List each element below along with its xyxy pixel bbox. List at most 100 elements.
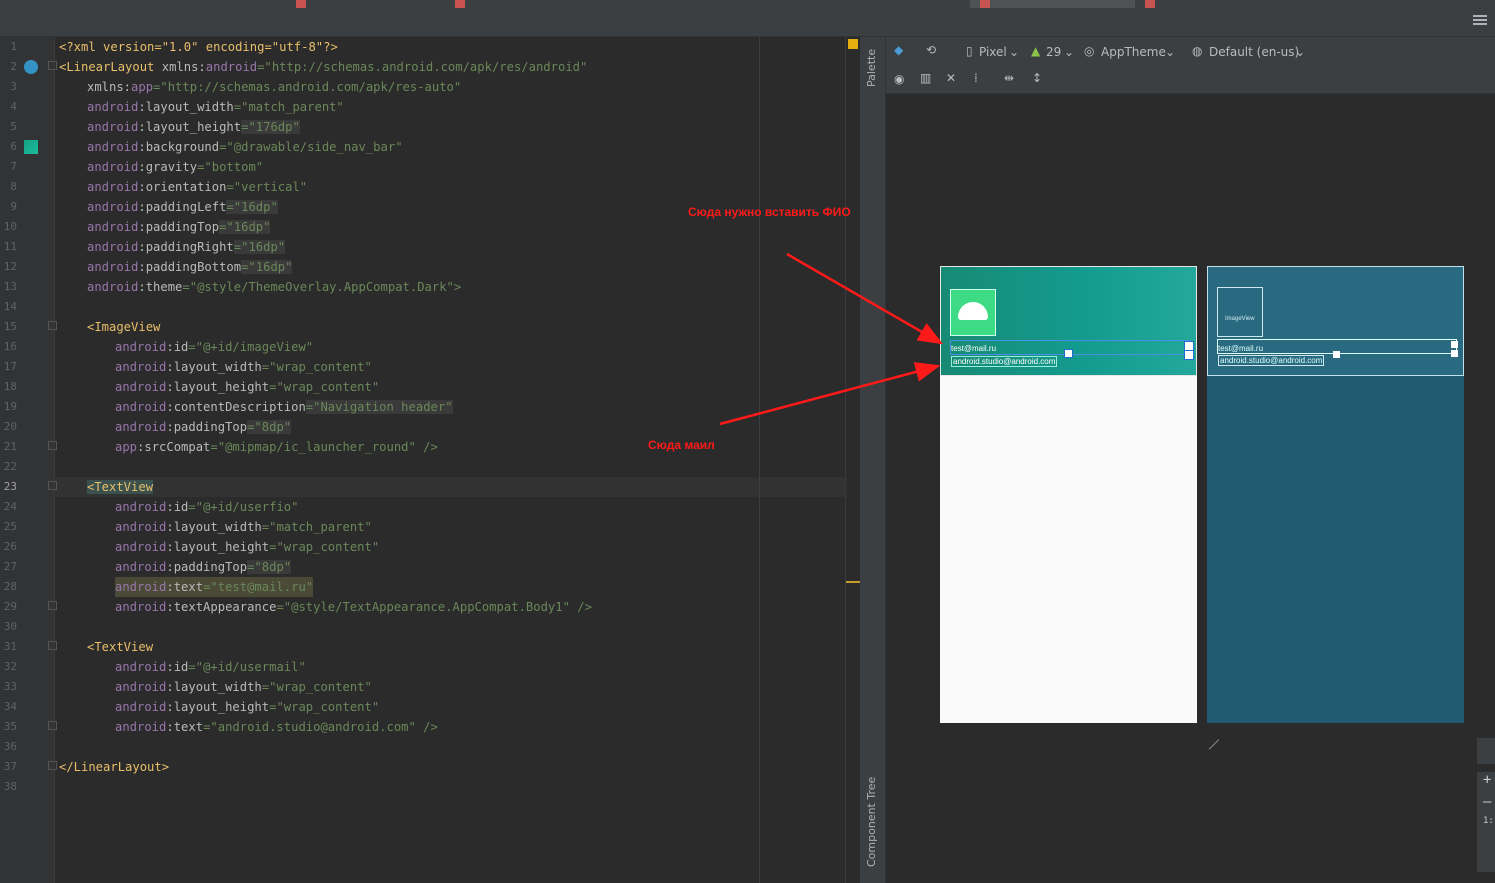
- fold-icon[interactable]: [48, 721, 57, 730]
- blueprint-icon[interactable]: ▥: [920, 71, 931, 85]
- fold-icon[interactable]: [48, 761, 57, 770]
- line-number: 19: [3, 400, 17, 413]
- code-line: android:layout_width="match_parent": [115, 517, 372, 537]
- usermail-outline[interactable]: android.studio@android.com: [1218, 355, 1325, 366]
- line-number: 34: [3, 700, 17, 713]
- blueprint-header[interactable]: ImageView test@mail.ru android.studio@an…: [1207, 266, 1464, 376]
- chevron-down-icon: ⌄: [1165, 45, 1176, 59]
- expand-horizontal-icon[interactable]: ⇹: [1004, 71, 1014, 85]
- nav-header-preview[interactable]: test@mail.ru android.studio@android.com: [940, 266, 1197, 376]
- line-number: 5: [10, 120, 17, 133]
- side-panel-strip: Palette Component Tree: [860, 37, 886, 883]
- tab-file-icon: [296, 0, 306, 8]
- usermail-preview[interactable]: android.studio@android.com: [951, 356, 1058, 367]
- fold-icon[interactable]: [48, 481, 57, 490]
- line-number: 14: [3, 300, 17, 313]
- code-token: ="wrap_content": [269, 380, 380, 394]
- code-token: android: [115, 420, 167, 434]
- orientation-icon[interactable]: ⟲: [926, 43, 936, 57]
- code-token: android: [115, 580, 167, 594]
- resize-handle[interactable]: [1184, 350, 1194, 360]
- menu-icon[interactable]: [1473, 15, 1487, 27]
- code-token: :layout_height: [166, 540, 270, 554]
- zoom-actual-size[interactable]: 1:1: [1483, 816, 1495, 826]
- code-token: ="wrap_content": [261, 680, 372, 694]
- resize-handle[interactable]: [1064, 349, 1073, 358]
- palette-tab[interactable]: Palette: [865, 49, 878, 87]
- code-line: android:contentDescription="Navigation h…: [115, 397, 453, 417]
- resize-handle[interactable]: [1451, 341, 1458, 348]
- code-line: android:text="test@mail.ru": [115, 577, 314, 597]
- code-token: android: [87, 280, 139, 294]
- theme-selector[interactable]: AppTheme: [1101, 45, 1166, 59]
- code-token: app: [131, 80, 154, 94]
- design-surface-icon[interactable]: ◆: [894, 43, 903, 57]
- line-number: 6: [10, 140, 17, 153]
- line-number: 17: [3, 360, 17, 373]
- device-icon: ▯: [966, 44, 973, 58]
- magnet-off-icon[interactable]: ✕: [946, 71, 956, 85]
- class-icon[interactable]: [24, 60, 38, 74]
- code-line: app:srcCompat="@mipmap/ic_launcher_round…: [115, 437, 438, 457]
- fold-icon[interactable]: [48, 641, 57, 650]
- design-preview[interactable]: test@mail.ru android.studio@android.com: [940, 266, 1197, 723]
- code-line: android:paddingTop="8dp": [115, 557, 292, 577]
- code-line: android:paddingLeft="16dp": [87, 197, 278, 217]
- pan-tool-icon[interactable]: [1477, 738, 1495, 764]
- imageview-outline[interactable]: ImageView: [1217, 287, 1263, 337]
- code-token: :paddingTop: [138, 220, 220, 234]
- code-line: <ImageView: [87, 317, 160, 337]
- chevron-down-icon: ⌄: [1064, 45, 1075, 59]
- code-token: android: [115, 560, 167, 574]
- android-icon: ▲: [1031, 44, 1041, 58]
- code-token: ="16dp": [219, 220, 271, 234]
- scroll-marker: [846, 581, 860, 583]
- line-number: 11: [3, 240, 17, 253]
- code-line: android:orientation="vertical": [87, 177, 307, 197]
- resize-handle[interactable]: [1333, 351, 1340, 358]
- code-token: ="@style/ThemeOverlay.AppCompat.Dark">: [182, 280, 462, 294]
- code-line: android:paddingTop="8dp": [115, 417, 292, 437]
- resize-handle[interactable]: [1451, 350, 1458, 357]
- code-token: <ImageView: [87, 320, 161, 334]
- expand-vertical-icon[interactable]: ↕: [1032, 71, 1042, 85]
- code-token: ="wrap_content": [269, 540, 380, 554]
- code-token: ="Navigation header": [305, 400, 453, 414]
- drawable-preview-icon[interactable]: [24, 140, 38, 154]
- code-token: android: [87, 240, 139, 254]
- component-tree-tab[interactable]: Component Tree: [865, 777, 878, 867]
- code-token: android: [115, 680, 167, 694]
- blueprint-preview[interactable]: ImageView test@mail.ru android.studio@an…: [1207, 266, 1464, 723]
- editor-scrollbar[interactable]: [845, 37, 860, 883]
- zoom-out-icon[interactable]: –: [1483, 794, 1495, 810]
- annotation-fio: Сюда нужно вставить ФИО: [688, 205, 851, 219]
- code-token: ="16dp": [241, 260, 293, 274]
- fold-icon[interactable]: [48, 61, 57, 70]
- launcher-icon[interactable]: [950, 289, 996, 336]
- line-number: 2: [10, 60, 17, 73]
- code-token: :layout_width: [166, 680, 262, 694]
- line-number: 28: [3, 580, 17, 593]
- line-number: 26: [3, 540, 17, 553]
- fold-icon[interactable]: [48, 321, 57, 330]
- line-number: 37: [3, 760, 17, 773]
- eye-icon[interactable]: ◉: [894, 72, 904, 86]
- code-token: :paddingRight: [138, 240, 234, 254]
- clear-constraints-icon[interactable]: ⁞: [974, 71, 978, 85]
- fold-icon[interactable]: [48, 601, 57, 610]
- zoom-in-icon[interactable]: +: [1483, 772, 1495, 788]
- code-token: ="16dp": [226, 200, 278, 214]
- locale-selector[interactable]: Default (en-us): [1209, 45, 1299, 59]
- code-token: <TextView: [87, 480, 154, 494]
- fold-icon[interactable]: [48, 441, 57, 450]
- right-margin-guide: [759, 37, 760, 883]
- code-token: ="test@mail.ru": [203, 580, 314, 594]
- device-selector[interactable]: Pixel: [979, 45, 1007, 59]
- code-line: android:background="@drawable/side_nav_b…: [87, 137, 403, 157]
- code-token: ="@+id/userfio": [188, 500, 299, 514]
- code-line: android:layout_height="wrap_content": [115, 697, 379, 717]
- code-token: :paddingTop: [166, 560, 248, 574]
- api-selector[interactable]: 29: [1046, 45, 1061, 59]
- code-token: ="@+id/usermail": [188, 660, 306, 674]
- active-tab[interactable]: [970, 0, 1135, 8]
